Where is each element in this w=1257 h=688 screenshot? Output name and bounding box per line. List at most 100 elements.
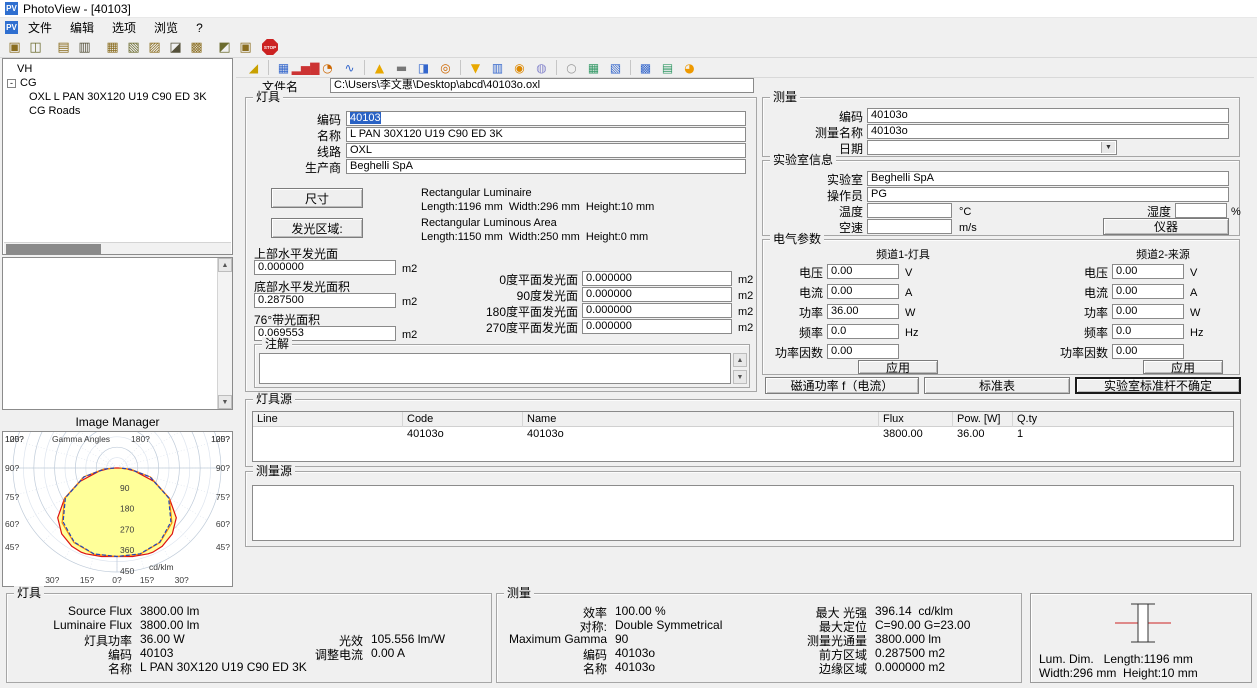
frequency-input-ch1[interactable]: 0.0	[827, 324, 899, 339]
notes-scroll-down-icon[interactable]: ▼	[733, 370, 747, 384]
lab-uncertainty-button[interactable]: 实验室标准杆不确定	[1075, 377, 1241, 394]
bar-chart-icon[interactable]: ▂▅▇	[295, 59, 316, 76]
tool-icon-5[interactable]: ▦	[103, 39, 122, 55]
code-input[interactable]: 40103	[346, 111, 746, 126]
luminous-area-button[interactable]: 发光区域:	[271, 218, 363, 238]
column-flux[interactable]: Flux	[879, 412, 953, 427]
column-name[interactable]: Name	[523, 412, 879, 427]
stop-icon[interactable]: STOP	[262, 39, 278, 55]
current-input-ch1[interactable]: 0.00	[827, 284, 899, 299]
notes-scroll-up-icon[interactable]: ▲	[733, 353, 747, 367]
tool-icon-1[interactable]: ▣	[5, 39, 24, 55]
temperature-input[interactable]	[867, 203, 952, 218]
levels-icon[interactable]: ▧	[605, 59, 626, 76]
plane90-input[interactable]: 0.000000	[582, 287, 732, 302]
menu-help[interactable]: ?	[188, 20, 211, 36]
menu-browse[interactable]: 浏览	[146, 18, 186, 37]
report-icon[interactable]: ▤	[657, 59, 678, 76]
flood-diagram-icon[interactable]: ◨	[413, 59, 434, 76]
notes-textarea[interactable]	[259, 353, 731, 384]
meas-name-input[interactable]: 40103o	[867, 124, 1229, 139]
tree-item-cg[interactable]: - CG	[3, 76, 232, 90]
image-list-scrollbar[interactable]: ▲ ▼	[217, 258, 232, 409]
power-input-ch2[interactable]: 0.00	[1112, 304, 1184, 319]
temperature-label: 温度	[763, 205, 863, 219]
apply-button-ch1[interactable]: 应用	[858, 360, 938, 374]
svg-text:60?: 60?	[216, 519, 230, 529]
glare-icon[interactable]: ◉	[509, 59, 530, 76]
date-combobox[interactable]: 2007/ 7/27 ▼	[867, 140, 1117, 155]
line-input[interactable]: OXL	[346, 143, 746, 158]
color-disc-icon[interactable]: ◕	[679, 59, 700, 76]
tree-horizontal-scrollbar[interactable]	[4, 242, 231, 254]
manufacturer-input[interactable]: Beghelli SpA	[346, 159, 746, 174]
column-code[interactable]: Code	[403, 412, 523, 427]
child-window-icon[interactable]: PV	[5, 21, 18, 34]
scroll-up-icon[interactable]: ▲	[218, 258, 232, 272]
tool-icon-10[interactable]: ◩	[215, 39, 234, 55]
voltage-input-ch1[interactable]: 0.00	[827, 264, 899, 279]
ugr-table-icon[interactable]: ▥	[487, 59, 508, 76]
power-input-ch1[interactable]: 36.00	[827, 304, 899, 319]
tree-item-cg-roads[interactable]: CG Roads	[3, 104, 232, 118]
power-factor-input-ch1[interactable]: 0.00	[827, 344, 899, 359]
tool-icon-2[interactable]: ◫	[26, 39, 45, 55]
plane270-input[interactable]: 0.000000	[582, 319, 732, 334]
menu-file[interactable]: 文件	[20, 18, 60, 37]
airspeed-input[interactable]	[867, 219, 952, 234]
tool-icon-6[interactable]: ▧	[124, 39, 143, 55]
tool-icon-3[interactable]: ▤	[54, 39, 73, 55]
tool-icon-4[interactable]: ▥	[75, 39, 94, 55]
menu-edit[interactable]: 编辑	[62, 18, 102, 37]
instrument-button[interactable]: 仪器	[1103, 218, 1229, 235]
plane270-unit: m2	[738, 321, 753, 335]
cone-diagram-icon[interactable]: ▲	[369, 59, 390, 76]
tool-icon-9[interactable]: ▩	[187, 39, 206, 55]
tool-icon-7[interactable]: ▨	[145, 39, 164, 55]
voltage-input-ch2[interactable]: 0.00	[1112, 264, 1184, 279]
dimensions-button[interactable]: 尺寸	[271, 188, 363, 208]
tree-item-vh[interactable]: VH	[3, 62, 232, 76]
apply-button-ch2[interactable]: 应用	[1143, 360, 1223, 374]
tree-item-oxl[interactable]: OXL L PAN 30X120 U19 C90 ED 3K	[3, 90, 232, 104]
standard-table-button[interactable]: 标准表	[924, 377, 1070, 394]
meas-code-input[interactable]: 40103o	[867, 108, 1229, 123]
cartesian-curve-icon[interactable]: ∿	[339, 59, 360, 76]
power-factor-input-ch2[interactable]: 0.00	[1112, 344, 1184, 359]
gray-circle-icon[interactable]: ○	[561, 59, 582, 76]
edit-icon[interactable]: ◢	[243, 59, 264, 76]
polar-photometric-chart: 90180270360450cd/klm0?15?15?30?30?45?45?…	[3, 432, 232, 586]
name-input[interactable]: L PAN 30X120 U19 C90 ED 3K	[346, 127, 746, 142]
matrix-icon[interactable]: ▩	[635, 59, 656, 76]
upper-surface-input[interactable]: 0.000000	[254, 260, 396, 275]
scroll-down-icon[interactable]: ▼	[218, 395, 232, 409]
plane0-input[interactable]: 0.000000	[582, 271, 732, 286]
isolux-icon[interactable]: ◎	[435, 59, 456, 76]
flux-power-button[interactable]: 磁通功率 f（电流）	[765, 377, 919, 394]
operator-input[interactable]: PG	[867, 187, 1229, 202]
column-line[interactable]: Line	[253, 412, 403, 427]
tool-icon-11[interactable]: ▣	[236, 39, 255, 55]
road-icon[interactable]: ▬	[391, 59, 412, 76]
plane180-input[interactable]: 0.000000	[582, 303, 732, 318]
scrollbar-thumb[interactable]	[6, 244, 101, 254]
lab-input[interactable]: Beghelli SpA	[867, 171, 1229, 186]
menu-options[interactable]: 选项	[104, 18, 144, 37]
tool-icon-8[interactable]: ◪	[166, 39, 185, 55]
collapse-icon[interactable]: -	[7, 79, 16, 88]
humidity-input[interactable]	[1175, 203, 1227, 218]
table-green-icon[interactable]: ▦	[583, 59, 604, 76]
polar-curve-icon[interactable]: ◔	[317, 59, 338, 76]
column-qty[interactable]: Q.ty	[1013, 412, 1231, 427]
luminaire-power-value: 36.00 W	[140, 632, 185, 646]
table-row[interactable]: 40103o 40103o 3800.00 36.00 1	[253, 427, 1233, 442]
bottom-surface-input[interactable]: 0.287500	[254, 293, 396, 308]
isocandela-icon[interactable]: ◍	[531, 59, 552, 76]
frequency-input-ch2[interactable]: 0.0	[1112, 324, 1184, 339]
beam-cone-icon[interactable]: ▼	[465, 59, 486, 76]
date-dropdown-icon[interactable]: ▼	[1101, 142, 1115, 153]
current-input-ch2[interactable]: 0.00	[1112, 284, 1184, 299]
measurement-source-area[interactable]	[252, 485, 1234, 541]
filename-field[interactable]: C:\Users\李文惠\Desktop\abcd\40103o.oxl	[330, 78, 754, 93]
column-pow[interactable]: Pow. [W]	[953, 412, 1013, 427]
